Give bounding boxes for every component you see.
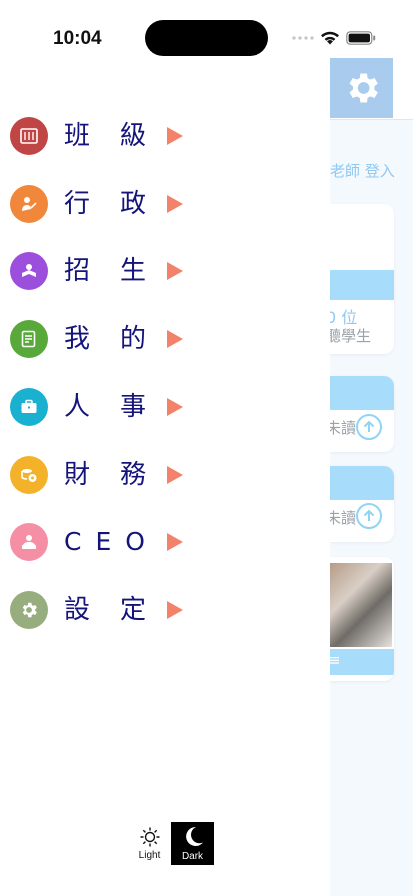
chevron-right-icon — [167, 466, 183, 484]
menu-label-enrollment: 招生 — [64, 256, 177, 286]
menu-label-mine: 我的 — [64, 324, 177, 354]
coins-icon — [10, 456, 48, 494]
menu-item-mine[interactable]: 我的 — [10, 319, 190, 359]
menu-label-settings: 設定 — [64, 595, 177, 625]
classroom-icon — [10, 117, 48, 155]
side-drawer: 10:04 班級 行政 招生 我的 人事 財務 CEO 設定 Light Dar… — [0, 0, 376, 896]
menu-item-finance[interactable]: 財務 — [10, 455, 190, 495]
status-indicators — [292, 30, 376, 45]
briefcase-icon — [10, 388, 48, 426]
gear-icon — [10, 591, 48, 629]
unread-label-1: 未讀 — [330, 419, 357, 437]
arrow-up-icon[interactable] — [356, 503, 382, 529]
arrow-up-icon[interactable] — [356, 414, 382, 440]
chevron-right-icon — [167, 195, 183, 213]
battery-icon — [346, 30, 376, 45]
classroom-photo — [330, 563, 392, 647]
light-mode-button[interactable]: Light — [128, 822, 171, 865]
dark-mode-label: Dark — [181, 851, 204, 862]
menu-label-admin: 行政 — [64, 189, 177, 219]
chevron-right-icon — [167, 127, 183, 145]
settings-button[interactable] — [330, 58, 393, 118]
background-app: 老師 登入 0 位 聽學生 未讀 未讀 ≡ — [330, 0, 413, 896]
chevron-right-icon — [167, 398, 183, 416]
background-header — [330, 0, 413, 120]
menu-label-finance: 財務 — [64, 460, 177, 490]
teacher-icon — [10, 185, 48, 223]
menu-item-settings[interactable]: 設定 — [10, 590, 190, 630]
ceo-desk-icon — [10, 523, 48, 561]
student-reading-icon — [10, 252, 48, 290]
cellular-signal-icon — [292, 35, 314, 40]
unread-card-1[interactable]: 未讀 — [330, 376, 394, 452]
checklist-icon — [10, 320, 48, 358]
menu-item-ceo[interactable]: CEO — [10, 522, 190, 562]
theme-switch: Light Dark — [128, 822, 214, 865]
wifi-icon — [321, 31, 339, 45]
status-time: 10:04 — [53, 28, 102, 49]
unread-card-2[interactable]: 未讀 — [330, 466, 394, 542]
unread-label-2: 未讀 — [330, 509, 357, 527]
photo-card-label: ≡ — [330, 651, 341, 669]
light-mode-label: Light — [138, 850, 161, 861]
menu-label-personnel: 人事 — [64, 392, 177, 422]
menu-item-personnel[interactable]: 人事 — [10, 387, 190, 427]
gear-icon — [349, 73, 378, 103]
student-summary-card[interactable]: 0 位 聽學生 — [330, 204, 394, 354]
chevron-right-icon — [167, 330, 183, 348]
sun-icon — [140, 827, 159, 847]
menu-item-class[interactable]: 班級 — [10, 116, 190, 156]
chevron-right-icon — [167, 262, 183, 280]
menu-item-enrollment[interactable]: 招生 — [10, 251, 190, 291]
student-count-label: 聽學生 — [330, 327, 372, 345]
moon-icon — [185, 826, 203, 846]
menu-item-admin[interactable]: 行政 — [10, 184, 190, 224]
photo-card[interactable]: ≡ — [330, 557, 394, 681]
dark-mode-button[interactable]: Dark — [171, 822, 214, 865]
chevron-right-icon — [167, 601, 183, 619]
dynamic-island — [145, 20, 268, 56]
teacher-login-link[interactable]: 老師 登入 — [330, 160, 395, 181]
menu-label-class: 班級 — [64, 121, 177, 151]
menu-label-ceo: CEO — [64, 527, 159, 556]
chevron-right-icon — [167, 533, 183, 551]
